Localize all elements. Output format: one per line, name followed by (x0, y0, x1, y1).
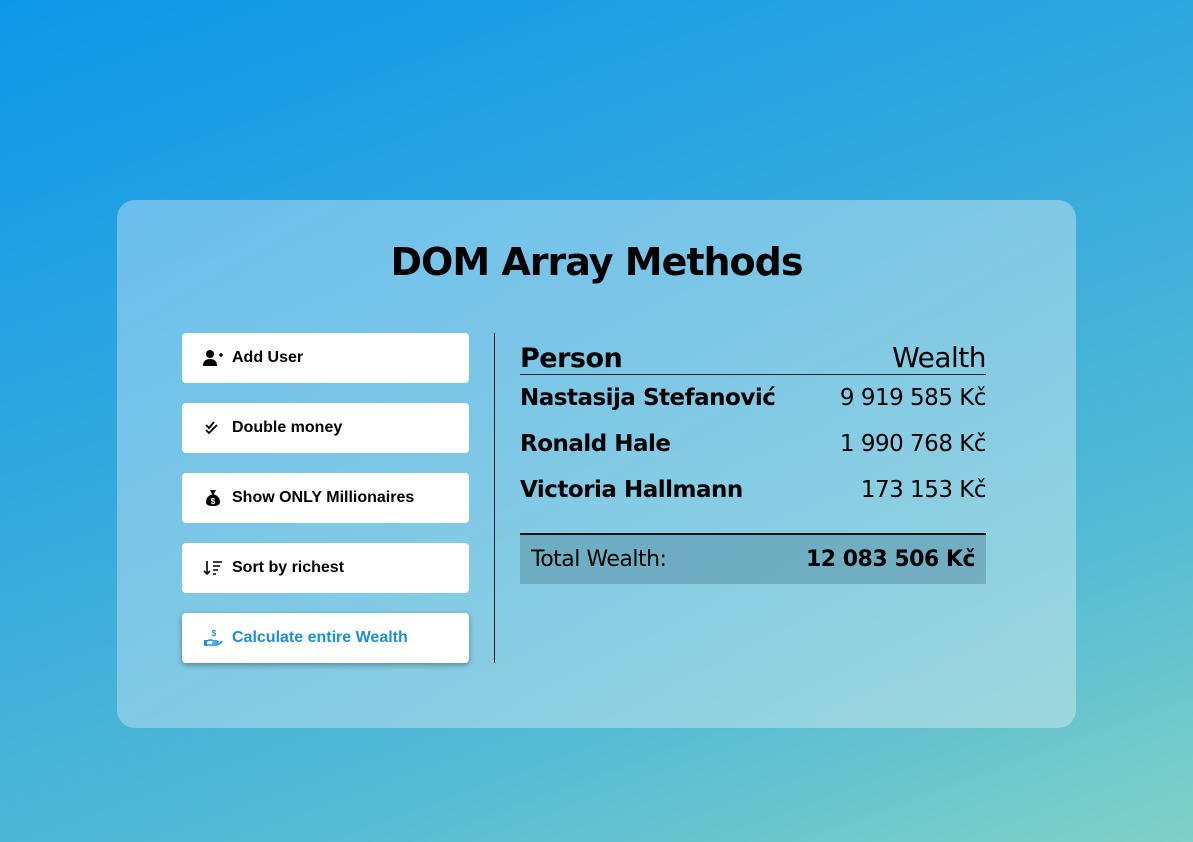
table-row: Victoria Hallmann 173 153 Kč (520, 467, 987, 513)
person-name: Nastasija Stefanović (520, 385, 776, 411)
show-millionaires-button[interactable]: $ Show ONLY Millionaires (182, 473, 469, 523)
sort-richest-label: Sort by richest (232, 559, 345, 576)
person-name: Ronald Hale (520, 431, 671, 457)
add-user-label: Add User (232, 349, 304, 366)
person-column-header: Person (520, 343, 623, 374)
sort-richest-button[interactable]: Sort by richest (182, 543, 469, 593)
person-wealth: 9 919 585 Kč (839, 385, 987, 411)
svg-text:$: $ (211, 497, 216, 506)
double-money-button[interactable]: Double money (182, 403, 469, 453)
calculate-wealth-button[interactable]: $ Calculate entire Wealth (182, 613, 469, 663)
add-user-icon (202, 348, 224, 368)
person-wealth: 1 990 768 Kč (839, 431, 987, 457)
main-card: DOM Array Methods Add User Double money … (117, 200, 1076, 728)
double-money-label: Double money (232, 419, 343, 436)
svg-text:$: $ (212, 629, 217, 638)
sort-desc-icon (202, 558, 224, 578)
vertical-divider (494, 333, 495, 663)
person-name: Victoria Hallmann (520, 477, 743, 503)
wealth-table: Person Wealth Nastasija Stefanović 9 919… (520, 333, 987, 513)
show-millionaires-label: Show ONLY Millionaires (232, 489, 415, 506)
calculate-wealth-label: Calculate entire Wealth (232, 629, 408, 646)
add-user-button[interactable]: Add User (182, 333, 469, 383)
page-title: DOM Array Methods (390, 240, 804, 284)
double-check-icon (202, 418, 224, 438)
hand-dollar-icon: $ (202, 628, 224, 648)
total-wealth-row: Total Wealth: 12 083 506 Kč (520, 533, 986, 584)
table-row: Nastasija Stefanović 9 919 585 Kč (520, 375, 987, 421)
action-buttons: Add User Double money $ Show ONLY Millio… (182, 333, 469, 683)
table-row: Ronald Hale 1 990 768 Kč (520, 421, 987, 467)
wealth-column-header: Wealth (892, 341, 986, 374)
person-wealth: 173 153 Kč (860, 477, 987, 503)
table-header: Person Wealth (520, 333, 986, 375)
total-wealth-value: 12 083 506 Kč (805, 547, 976, 572)
total-wealth-label: Total Wealth: (531, 547, 667, 572)
money-bag-icon: $ (202, 488, 224, 508)
